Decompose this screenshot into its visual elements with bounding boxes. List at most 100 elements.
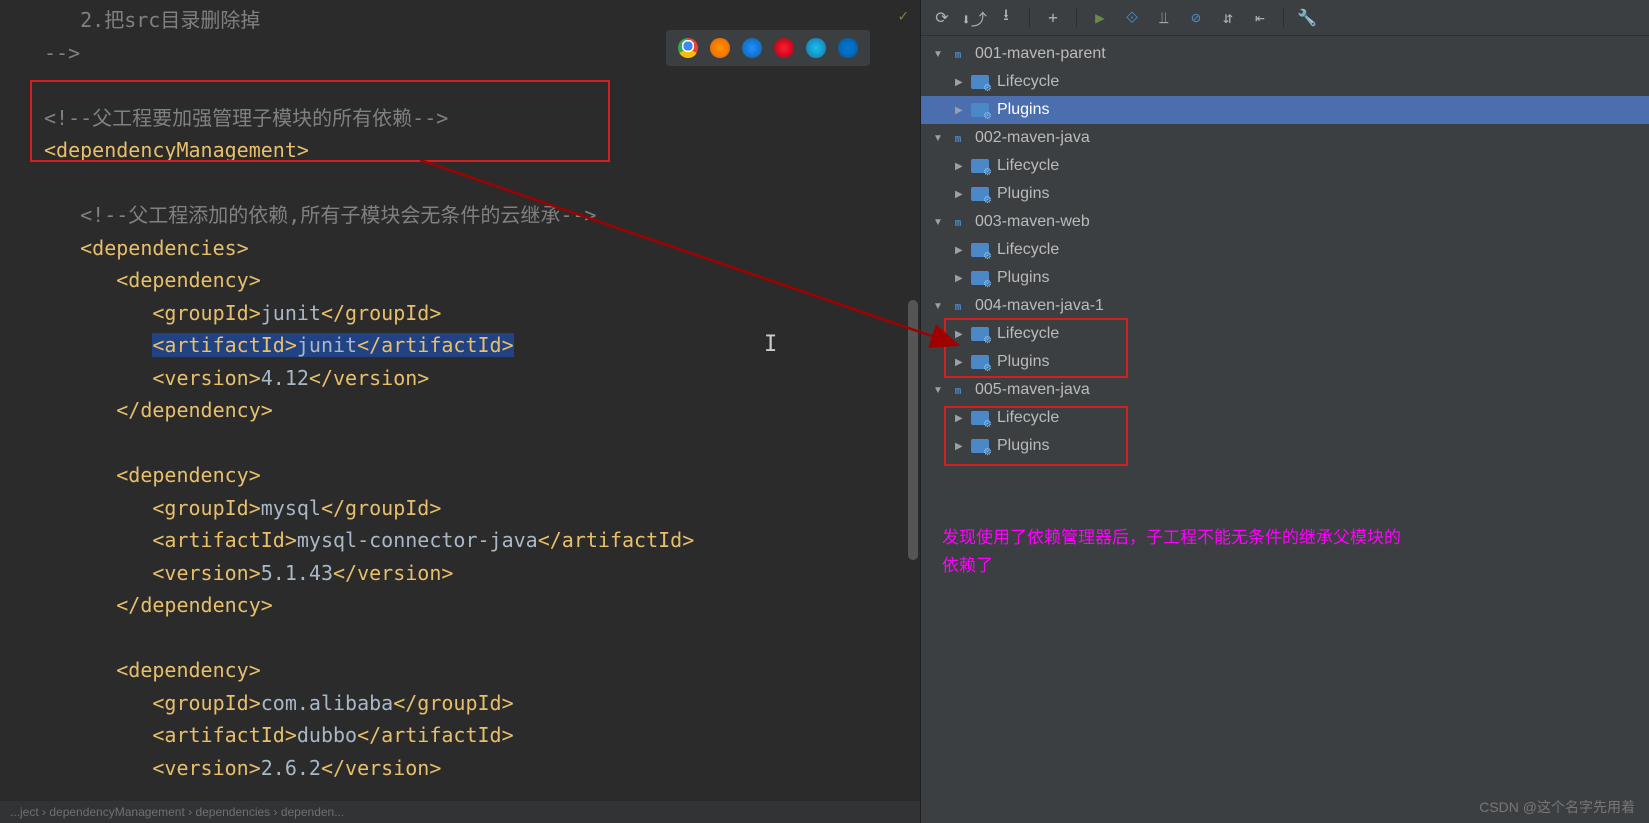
expand-icon[interactable] xyxy=(955,245,967,256)
folder-icon xyxy=(971,438,989,454)
maven-module-icon: m xyxy=(949,382,967,398)
xml-tag: <dependency> xyxy=(44,658,261,682)
code-line: <groupId>junit</groupId> xyxy=(44,301,441,325)
maven-tool-window[interactable]: ⟳ ⬇⤴ ⭳ + ▶ ⟐ ⫫ ⊘ ⇵ ⇤ 🔧 m 001-maven-parent… xyxy=(920,0,1649,823)
safari-icon[interactable] xyxy=(742,38,762,58)
code-editor-pane[interactable]: ✓ 2.把src目录删除掉 --> <!--父工程要加强管理子模块的所有依赖--… xyxy=(0,0,920,823)
maven-module-icon: m xyxy=(949,46,967,62)
expand-icon[interactable] xyxy=(955,329,967,340)
maven-projects-tree[interactable]: m 001-maven-parent Lifecycle Plugins m002… xyxy=(921,36,1649,464)
tree-node-plugins[interactable]: Plugins xyxy=(921,180,1649,208)
refresh-icon[interactable]: ⟳ xyxy=(933,9,951,27)
expand-icon[interactable] xyxy=(955,105,967,116)
expand-icon[interactable] xyxy=(933,133,945,144)
note-line: 依赖了 xyxy=(942,552,1642,580)
toggle-offline-icon[interactable]: ⫫ xyxy=(1155,9,1173,27)
tree-node-plugins[interactable]: Plugins xyxy=(921,96,1649,124)
tree-node-lifecycle[interactable]: Lifecycle xyxy=(921,68,1649,96)
xml-comment: <!--父工程要加强管理子模块的所有依赖--> xyxy=(44,106,448,130)
expand-icon[interactable] xyxy=(955,161,967,172)
expand-icon[interactable] xyxy=(955,77,967,88)
folder-icon xyxy=(971,354,989,370)
folder-icon xyxy=(971,74,989,90)
tree-label: Lifecycle xyxy=(997,73,1059,91)
code-line: <version>2.6.2</version> xyxy=(44,756,441,780)
code-line: <groupId>com.alibaba</groupId> xyxy=(44,691,514,715)
folder-icon xyxy=(971,270,989,286)
tree-label: 001-maven-parent xyxy=(975,45,1106,63)
maven-module-icon: m xyxy=(949,298,967,314)
code-line: <version>4.12</version> xyxy=(44,366,429,390)
tree-node-module[interactable]: m 004-maven-java-1 xyxy=(921,292,1649,320)
tree-node-lifecycle[interactable]: Lifecycle xyxy=(921,320,1649,348)
code-line: <artifactId>mysql-connector-java</artifa… xyxy=(44,528,694,552)
opera-icon[interactable] xyxy=(774,38,794,58)
ie-icon[interactable] xyxy=(806,38,826,58)
folder-icon xyxy=(971,326,989,342)
tree-label: Lifecycle xyxy=(997,325,1059,343)
xml-comment: <!--父工程添加的依赖,所有子模块会无条件的云继承--> xyxy=(44,203,596,227)
text-cursor-icon: I xyxy=(764,329,777,362)
edge-icon[interactable] xyxy=(838,38,858,58)
tree-label: Lifecycle xyxy=(997,157,1059,175)
expand-icon[interactable] xyxy=(955,273,967,284)
tree-node-module[interactable]: m 005-maven-java xyxy=(921,376,1649,404)
tree-label: Plugins xyxy=(997,437,1049,455)
tree-node-module[interactable]: m002-maven-java xyxy=(921,124,1649,152)
browser-preview-icons xyxy=(666,30,870,66)
execute-goal-icon[interactable]: ⟐ xyxy=(1123,9,1141,27)
download-icon[interactable]: ⭳ xyxy=(997,9,1015,27)
toolbar-separator xyxy=(1029,8,1030,28)
editor-scrollbar[interactable] xyxy=(908,300,918,560)
tree-node-lifecycle[interactable]: Lifecycle xyxy=(921,236,1649,264)
folder-icon xyxy=(971,242,989,258)
skip-tests-icon[interactable]: ⊘ xyxy=(1187,9,1205,27)
maven-module-icon: m xyxy=(949,214,967,230)
expand-icon[interactable] xyxy=(955,441,967,452)
maven-toolbar: ⟳ ⬇⤴ ⭳ + ▶ ⟐ ⫫ ⊘ ⇵ ⇤ 🔧 xyxy=(921,0,1649,36)
tree-label: Lifecycle xyxy=(997,241,1059,259)
code-line: --> xyxy=(44,41,80,65)
chrome-icon[interactable] xyxy=(678,38,698,58)
tree-label: 004-maven-java-1 xyxy=(975,297,1104,315)
toolbar-separator xyxy=(1076,8,1077,28)
code-content[interactable]: 2.把src目录删除掉 --> <!--父工程要加强管理子模块的所有依赖--> … xyxy=(0,0,920,784)
run-icon[interactable]: ▶ xyxy=(1091,9,1109,27)
xml-tag: <dependency> xyxy=(44,463,261,487)
expand-icon[interactable] xyxy=(933,301,945,312)
tree-node-plugins[interactable]: Plugins xyxy=(921,264,1649,292)
xml-tag: <dependencies> xyxy=(44,236,249,260)
expand-icon[interactable] xyxy=(933,49,945,60)
firefox-icon[interactable] xyxy=(710,38,730,58)
add-icon[interactable]: + xyxy=(1044,9,1062,27)
show-dependencies-icon[interactable]: ⇵ xyxy=(1219,9,1237,27)
tree-node-lifecycle[interactable]: Lifecycle xyxy=(921,152,1649,180)
tree-label: Plugins xyxy=(997,353,1049,371)
tree-node-lifecycle[interactable]: Lifecycle xyxy=(921,404,1649,432)
expand-icon[interactable] xyxy=(955,413,967,424)
code-line: <artifactId>dubbo</artifactId> xyxy=(44,723,514,747)
tree-node-plugins[interactable]: Plugins xyxy=(921,348,1649,376)
code-line: <groupId>mysql</groupId> xyxy=(44,496,441,520)
xml-tag: <dependency> xyxy=(44,268,261,292)
settings-icon[interactable]: 🔧 xyxy=(1298,9,1316,27)
note-line: 发现使用了依赖管理器后，子工程不能无条件的继承父模块的 xyxy=(942,524,1642,552)
tree-label: Lifecycle xyxy=(997,409,1059,427)
code-line: <version>5.1.43</version> xyxy=(44,561,453,585)
breadcrumb-bar[interactable]: ...ject › dependencyManagement › depende… xyxy=(0,801,920,823)
expand-icon[interactable] xyxy=(955,357,967,368)
tree-node-module[interactable]: m003-maven-web xyxy=(921,208,1649,236)
xml-tag: </dependency> xyxy=(44,398,273,422)
inspection-ok-icon: ✓ xyxy=(898,6,908,25)
collapse-all-icon[interactable]: ⇤ xyxy=(1251,9,1269,27)
expand-icon[interactable] xyxy=(955,189,967,200)
tree-node-plugins[interactable]: Plugins xyxy=(921,432,1649,460)
folder-icon xyxy=(971,102,989,118)
expand-icon[interactable] xyxy=(933,385,945,396)
tree-label: Plugins xyxy=(997,269,1049,287)
expand-icon[interactable] xyxy=(933,217,945,228)
tree-label: Plugins xyxy=(997,185,1049,203)
generate-sources-icon[interactable]: ⬇⤴ xyxy=(965,9,983,27)
tree-node-module[interactable]: m 001-maven-parent xyxy=(921,40,1649,68)
tree-label: 005-maven-java xyxy=(975,381,1090,399)
